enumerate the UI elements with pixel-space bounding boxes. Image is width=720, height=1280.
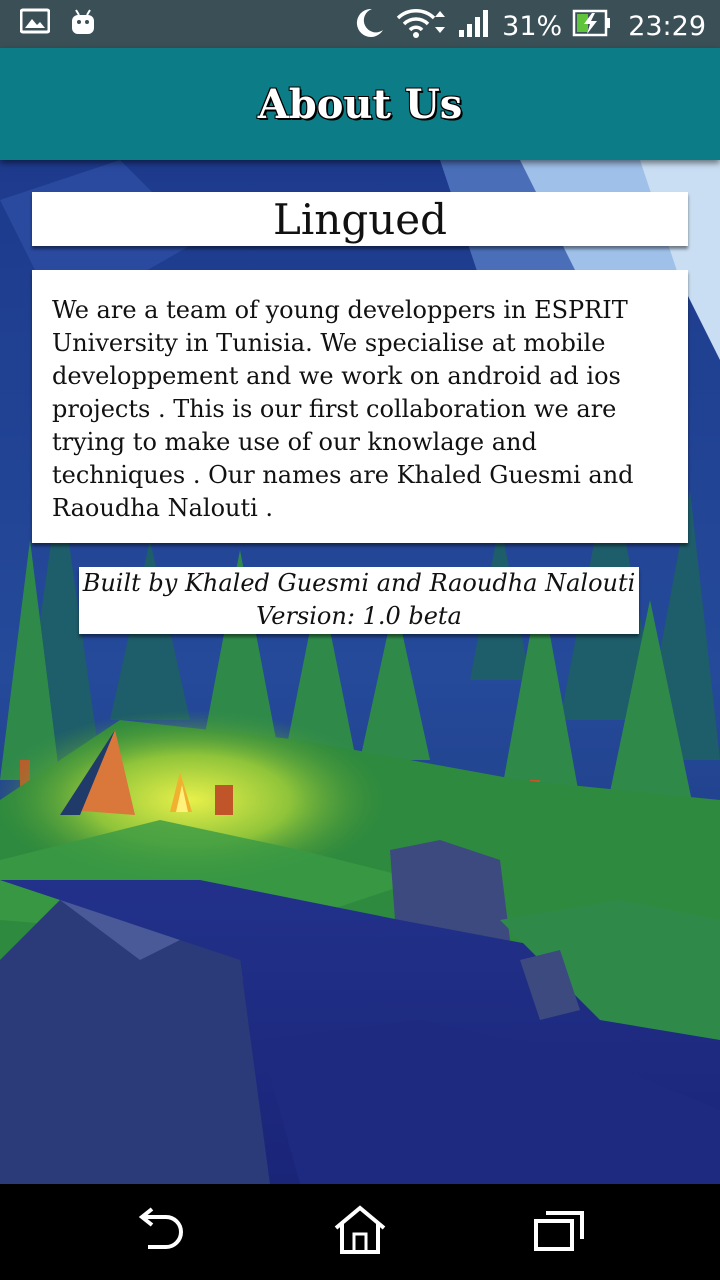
android-icon [70,8,96,40]
home-icon [332,1204,388,1260]
image-icon [19,8,51,40]
app-name: Lingued [272,194,448,244]
battery-charging-icon [572,8,612,45]
about-description: We are a team of young developpers in ES… [52,296,634,522]
clock: 23:29 [628,11,706,42]
back-button[interactable] [130,1204,190,1260]
credits-card: Built by Khaled Guesmi and Raoudha Nalou… [79,567,639,634]
recents-icon [532,1207,588,1257]
home-button[interactable] [330,1204,390,1260]
app-name-card: Lingued [32,192,688,246]
navigation-bar [0,1184,720,1280]
about-card: We are a team of young developpers in ES… [32,270,688,543]
battery-percent: 31% [502,11,563,42]
version-text: Version: 1.0 beta [256,602,462,630]
back-icon [134,1207,186,1257]
recents-button[interactable] [530,1204,590,1260]
page-title: About Us [257,80,463,128]
wifi-icon [396,7,448,46]
app-bar: About Us [0,48,720,160]
moon-icon [352,6,386,47]
credits-text: Built by Khaled Guesmi and Raoudha Nalou… [82,569,636,597]
status-bar: 31% 23:29 [0,0,720,48]
signal-icon [458,8,492,45]
